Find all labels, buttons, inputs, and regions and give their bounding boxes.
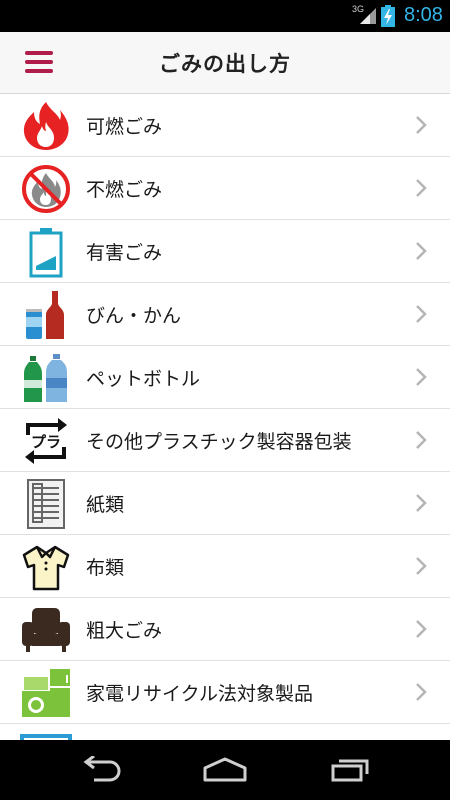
list-item-label: 有害ごみ — [86, 242, 163, 264]
plastic-recycle-icon: プラ — [25, 418, 67, 464]
list-item-label: 家電リサイクル法対象製品 — [86, 683, 314, 705]
list-item-label: びん・かん — [86, 305, 182, 327]
signal-icon — [360, 8, 376, 24]
list-item-partial[interactable] — [0, 724, 450, 740]
fire-icon — [23, 102, 69, 150]
list-item-label: 布類 — [86, 557, 125, 579]
list-item-label: 可燃ごみ — [86, 116, 163, 138]
chevron-right-icon — [416, 557, 427, 575]
chevron-right-icon — [416, 368, 427, 386]
app-header: ごみの出し方 — [0, 32, 450, 94]
list-item-bottles-cans[interactable]: びん・かん — [0, 283, 450, 346]
list-item-appliance-recycling[interactable]: 家電リサイクル法対象製品 — [0, 661, 450, 724]
sofa-icon — [22, 608, 70, 652]
paper-icon — [27, 479, 65, 529]
recent-apps-icon[interactable] — [330, 756, 372, 782]
appliance-icon — [22, 669, 70, 717]
list-item-hazardous[interactable]: 有害ごみ — [0, 220, 450, 283]
chevron-right-icon — [416, 620, 427, 638]
pet-bottle-icon — [24, 354, 67, 402]
list-item-plastic-packaging[interactable]: プラ その他プラスチック製容器包装 — [0, 409, 450, 472]
back-icon[interactable] — [78, 756, 122, 782]
chevron-right-icon — [416, 431, 427, 449]
list-item-label: その他プラスチック製容器包装 — [86, 431, 352, 453]
list-item-pet-bottles[interactable]: ペットボトル — [0, 346, 450, 409]
list-item-label: ペットボトル — [86, 368, 201, 390]
list-item-paper[interactable]: 紙類 — [0, 472, 450, 535]
list-item-oversized[interactable]: 粗大ごみ — [0, 598, 450, 661]
no-fire-icon — [22, 165, 70, 213]
list-item-cloth[interactable]: 布類 — [0, 535, 450, 598]
home-icon[interactable] — [201, 756, 249, 782]
list-item-label: 粗大ごみ — [86, 620, 163, 642]
list-item-non-burnable[interactable]: 不燃ごみ — [0, 157, 450, 220]
monitor-icon — [20, 734, 72, 740]
list-item-burnable[interactable]: 可燃ごみ — [0, 94, 450, 157]
chevron-right-icon — [416, 494, 427, 512]
bottle-can-icon — [26, 291, 64, 339]
list-item-label: 紙類 — [86, 494, 125, 516]
app-screen: ごみの出し方 可燃ごみ 不燃ごみ 有害ごみ びん・かん ペットボトル プラ その… — [0, 32, 450, 740]
battery-charging-icon — [381, 5, 395, 27]
navigation-bar — [0, 740, 450, 800]
svg-text:プラ: プラ — [31, 433, 61, 451]
chevron-right-icon — [416, 242, 427, 260]
shirt-icon — [22, 545, 70, 591]
page-title: ごみの出し方 — [159, 52, 291, 76]
battery-icon — [29, 228, 63, 278]
chevron-right-icon — [416, 116, 427, 134]
chevron-right-icon — [416, 179, 427, 197]
clock: 8:08 — [404, 4, 443, 26]
status-bar: 3G 8:08 — [0, 0, 450, 32]
chevron-right-icon — [416, 305, 427, 323]
list-item-label: 不燃ごみ — [86, 179, 163, 201]
category-list: 可燃ごみ 不燃ごみ 有害ごみ びん・かん ペットボトル プラ その他プラスチック… — [0, 94, 450, 740]
chevron-right-icon — [416, 683, 427, 701]
